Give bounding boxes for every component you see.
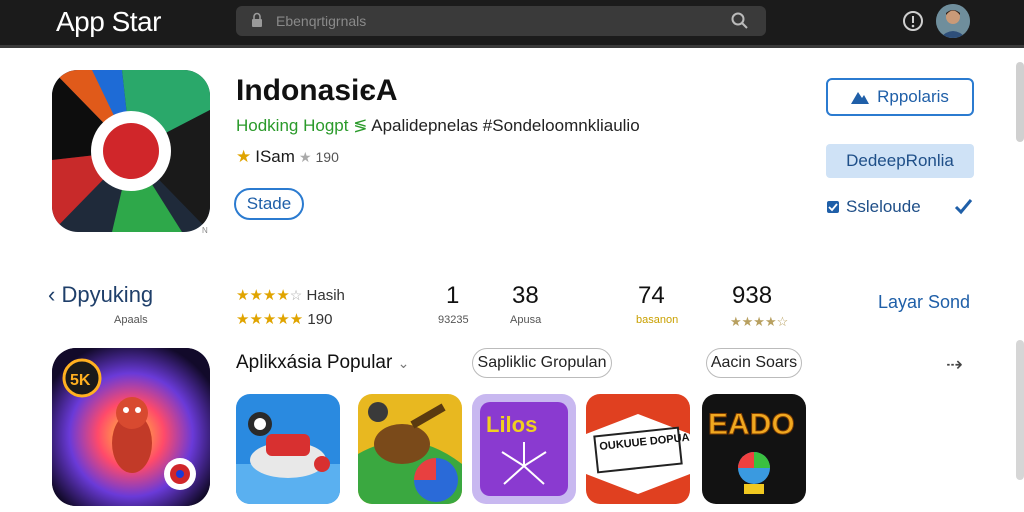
brand-title[interactable]: App Star: [56, 6, 161, 38]
game-art-icon: 5K: [52, 348, 210, 506]
app-subtitle: Hodking Hogpt ≶ Apalidepnelas #Sondeloom…: [236, 116, 640, 136]
star-filled-icon: ★: [236, 147, 252, 166]
stats-row: ‹ Dpyuking Apaals ★★★★☆ Hasih ★★★★★ 190 …: [0, 276, 1024, 332]
arrow-right-icon[interactable]: ⇢: [946, 352, 963, 377]
stat-n3: 74: [638, 282, 665, 309]
checkmark-icon[interactable]: [952, 195, 974, 217]
app-logo-icon: [52, 70, 210, 232]
stat-rating-top: ★★★★☆ Hasih: [236, 286, 345, 304]
back-sublabel: Apaals: [114, 314, 148, 326]
rating-count: 190: [315, 149, 339, 165]
stat-rating-bottom: ★★★★★ 190: [236, 310, 332, 328]
stat-n2-sub: Apusa: [510, 314, 542, 326]
tiny-mark: N: [202, 226, 208, 235]
stat-n4-stars-icon: ★★★★☆: [730, 314, 789, 329]
subtitle-separator: ≶: [353, 116, 368, 135]
info-icon[interactable]: [902, 10, 924, 32]
back-link[interactable]: ‹ Dpyuking: [48, 282, 153, 308]
popular-title-text: Aplikxásia Popular: [236, 352, 393, 373]
dedeepronlia-button[interactable]: DedeepRonlia: [826, 144, 974, 178]
plane-game-icon: [236, 394, 340, 504]
user-avatar-icon: [936, 4, 970, 38]
game-tile-1[interactable]: [236, 394, 340, 504]
back-label: Dpyuking: [61, 282, 154, 307]
mountain-icon: [851, 92, 870, 104]
app-icon[interactable]: [52, 70, 210, 232]
popular-section-title[interactable]: Aplikxásia Popular ⌄: [236, 352, 409, 374]
select-row[interactable]: Ssleloude: [826, 196, 976, 218]
eado-game-icon: EADO: [702, 394, 806, 504]
stat1-label: Hasih: [306, 287, 345, 304]
stat-n4: 938: [732, 282, 773, 309]
developer-link[interactable]: Hodking Hogpt: [236, 116, 348, 135]
popular-tab-2[interactable]: Aacin Soars: [706, 348, 802, 378]
checkbox-icon[interactable]: [826, 200, 840, 214]
app-title: IndonasiєA: [236, 74, 398, 107]
rppolaris-button[interactable]: Rppolaris: [826, 78, 974, 116]
chevron-down-icon: ⌄: [397, 355, 410, 371]
game-tile-4[interactable]: OUKUUE DOPUAIS: [586, 394, 690, 504]
lilos-game-icon: Lilos: [472, 394, 576, 504]
rppolaris-label: Rppolaris: [877, 87, 949, 106]
layar-link[interactable]: Layar Sond: [878, 292, 970, 313]
game-tile-2[interactable]: [358, 394, 462, 504]
featured-game-icon[interactable]: 5K: [52, 348, 210, 506]
star-empty-icon: ☆: [289, 287, 303, 303]
eado-label: EADO: [708, 408, 795, 441]
popular-tab-1[interactable]: Sapliklic Gropulan: [472, 348, 612, 378]
stade-button[interactable]: Stade: [234, 188, 304, 220]
stars-icon: ★★★★: [236, 287, 290, 304]
stars-icon: ★★★★★: [236, 311, 304, 328]
search-bar[interactable]: Ebenqrtigrnals: [236, 6, 766, 36]
lilos-label: Lilos: [486, 412, 537, 437]
top-bar: App Star Ebenqrtigrnals: [0, 0, 1024, 48]
adventure-game-icon: [358, 394, 462, 504]
rating-label: ISam: [255, 147, 295, 166]
badge-5k: 5K: [70, 372, 91, 389]
scrollbar-thumb-bottom[interactable]: [1016, 340, 1024, 480]
stat1-count: 190: [307, 311, 333, 328]
rating-row: ★ ISam ★ 190: [236, 147, 339, 167]
select-label: Ssleloude: [846, 197, 921, 216]
star-empty-icon: ★: [298, 148, 312, 165]
avatar[interactable]: [936, 4, 970, 38]
app-category: Apalidepnelas #Sondeloomnkliaulio: [371, 116, 640, 135]
stat-n2: 38: [512, 282, 539, 309]
scrollbar-thumb-top[interactable]: [1016, 62, 1024, 142]
game-tile-5[interactable]: EADO: [702, 394, 806, 504]
oukuue-game-icon: OUKUUE DOPUAIS: [586, 394, 690, 504]
lock-icon: [252, 12, 262, 27]
search-icon[interactable]: [730, 11, 750, 31]
stat-n1: 1: [446, 282, 460, 309]
stat-n3-sub: basanon: [636, 314, 679, 326]
search-input[interactable]: Ebenqrtigrnals: [276, 13, 366, 29]
game-tile-3[interactable]: Lilos: [472, 394, 576, 504]
stat-n1-sub: 93235: [438, 314, 469, 326]
